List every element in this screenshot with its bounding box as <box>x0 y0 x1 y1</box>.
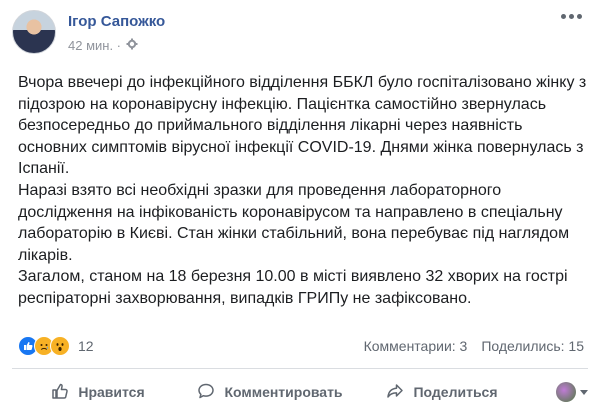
comment-icon <box>197 382 215 403</box>
share-button[interactable]: Поделиться <box>356 382 528 403</box>
facebook-post: Ігор Сапожко 42 мин. · Вчора ввечері до … <box>0 0 600 420</box>
post-paragraph: Вчора ввечері до інфекційного відділення… <box>18 74 587 178</box>
author-name[interactable]: Ігор Сапожко <box>68 13 165 30</box>
profile-switcher[interactable] <box>528 382 588 402</box>
reaction-count[interactable]: 12 <box>78 338 94 354</box>
reaction-icons[interactable] <box>18 336 70 356</box>
wow-icon <box>50 336 70 356</box>
author-block: Ігор Сапожко 42 мин. · <box>68 10 165 60</box>
like-label: Нравится <box>78 384 145 400</box>
divider <box>12 368 588 369</box>
caret-down-icon <box>580 389 588 395</box>
share-arrow-icon <box>386 382 404 403</box>
reactions-bar: 12 Комментарии: 3 Поделились: 15 <box>18 334 584 358</box>
dot-icon <box>569 14 574 19</box>
more-options-button[interactable] <box>561 14 582 19</box>
dot-icon <box>561 14 566 19</box>
post-time[interactable]: 42 мин. · <box>68 38 121 53</box>
comment-label: Комментировать <box>224 384 343 400</box>
page-avatar <box>556 382 576 402</box>
gear-icon[interactable] <box>126 38 138 53</box>
action-bar: Нравится Комментировать Поделиться <box>12 372 588 412</box>
share-label: Поделиться <box>413 384 498 400</box>
thumbs-up-icon <box>51 382 69 403</box>
post-text: Вчора ввечері до інфекційного відділення… <box>18 72 588 310</box>
post-header: Ігор Сапожко 42 мин. · <box>12 10 165 60</box>
post-paragraph: Наразі взято всі необхідні зразки для пр… <box>18 181 570 264</box>
post-paragraph: Загалом, станом на 18 березня 10.00 в мі… <box>18 268 568 307</box>
comment-button[interactable]: Комментировать <box>184 382 356 403</box>
author-avatar[interactable] <box>12 10 56 54</box>
post-stats: Комментарии: 3 Поделились: 15 <box>364 338 584 354</box>
comments-count-link[interactable]: Комментарии: 3 <box>364 338 468 354</box>
dot-icon <box>577 14 582 19</box>
shares-count-link[interactable]: Поделились: 15 <box>481 338 584 354</box>
post-meta: 42 мин. · <box>68 38 165 53</box>
like-button[interactable]: Нравится <box>12 382 184 403</box>
